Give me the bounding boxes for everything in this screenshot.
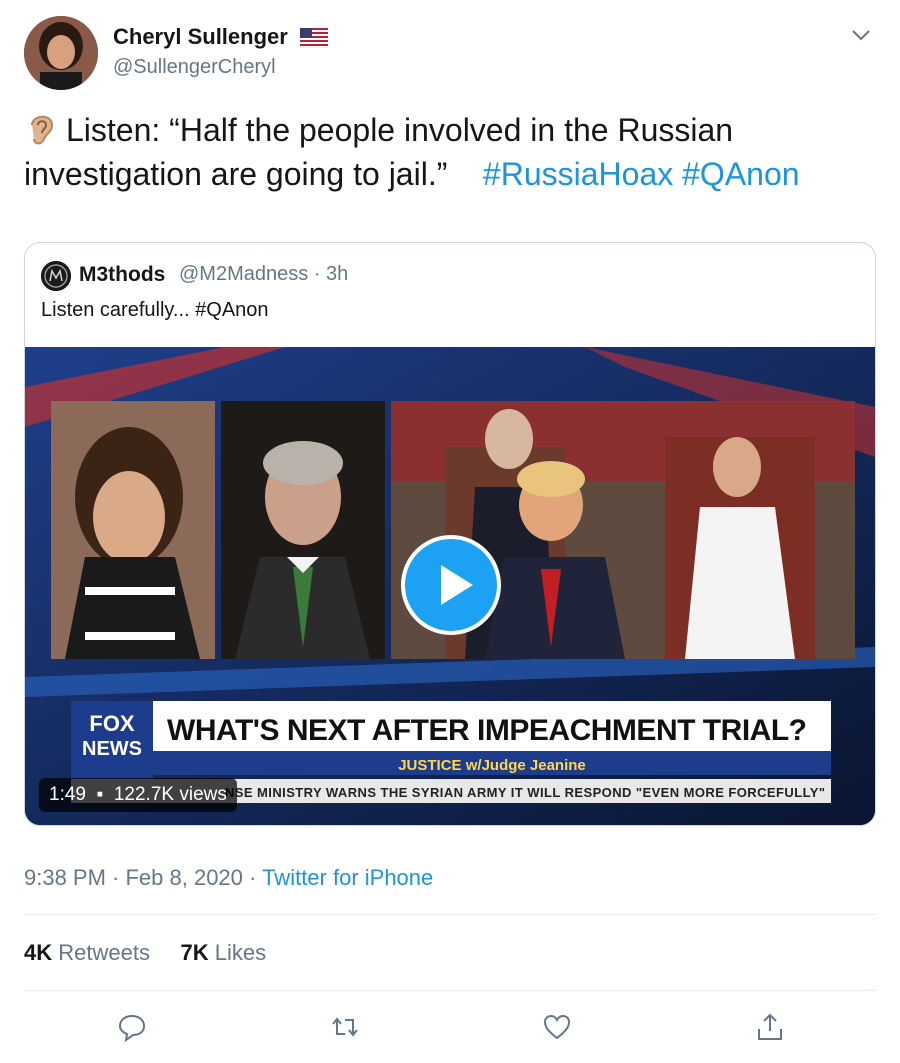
divider [24,914,876,915]
chyron-ticker: NSE MINISTRY WARNS THE SYRIAN ARMY IT WI… [225,785,825,800]
play-icon [441,565,473,605]
tweet-stats: 4K Retweets 7K Likes [24,940,266,966]
share-icon[interactable] [755,1012,785,1042]
divider [24,990,876,991]
chevron-down-icon[interactable] [850,24,872,46]
tweet-timestamp[interactable]: 9:38 PM · Feb 8, 2020 [24,865,243,890]
quoted-author-avatar[interactable] [41,261,71,291]
video-stats-badge: 1:49 ▪ 122.7K views [39,778,237,812]
hashtag-qanon[interactable]: #QAnon [682,156,799,192]
video-views: 122.7K views [113,784,227,805]
fox-logo-bottom: NEWS [82,738,142,760]
fox-logo-top: FOX [89,711,135,736]
chyron-headline: WHAT'S NEXT AFTER IMPEACHMENT TRIAL? [167,714,807,747]
video-player[interactable]: FOX NEWS WHAT'S NEXT AFTER IMPEACHMENT T… [25,347,875,825]
play-button[interactable] [401,535,501,635]
author-avatar[interactable] [24,16,98,90]
retweet-icon[interactable] [330,1012,360,1042]
reply-icon[interactable] [117,1012,147,1042]
dot-separator-icon: ▪ [91,784,109,805]
tweet-source-link[interactable]: Twitter for iPhone [262,865,433,890]
tweet-meta: 9:38 PM · Feb 8, 2020 · Twitter for iPho… [24,865,433,891]
quoted-tweet[interactable]: M3thods @M2Madness · 3h Listen carefully… [24,242,876,826]
retweets-stat[interactable]: 4K Retweets [24,940,150,965]
quoted-author-name[interactable]: M3thods [79,263,165,287]
hashtag-russiahoax[interactable]: #RussiaHoax [483,156,673,192]
video-duration: 1:49 [49,784,86,805]
likes-stat[interactable]: 7K Likes [181,940,267,965]
us-flag-icon [299,28,328,49]
author-handle[interactable]: @SullengerCheryl [113,56,276,79]
quoted-author-handle: @M2Madness · 3h [179,263,349,285]
tweet-text: Listen: “Half the people involved in the… [24,108,874,196]
author-name[interactable]: Cheryl Sullenger [113,24,328,50]
ear-icon [31,115,54,145]
quoted-time: · 3h [313,263,349,285]
quoted-tweet-text: Listen carefully... #QAnon [41,299,269,321]
like-heart-icon[interactable] [542,1012,572,1042]
meta-separator: · [249,865,257,890]
chyron-show: JUSTICE w/Judge Jeanine [398,757,586,774]
